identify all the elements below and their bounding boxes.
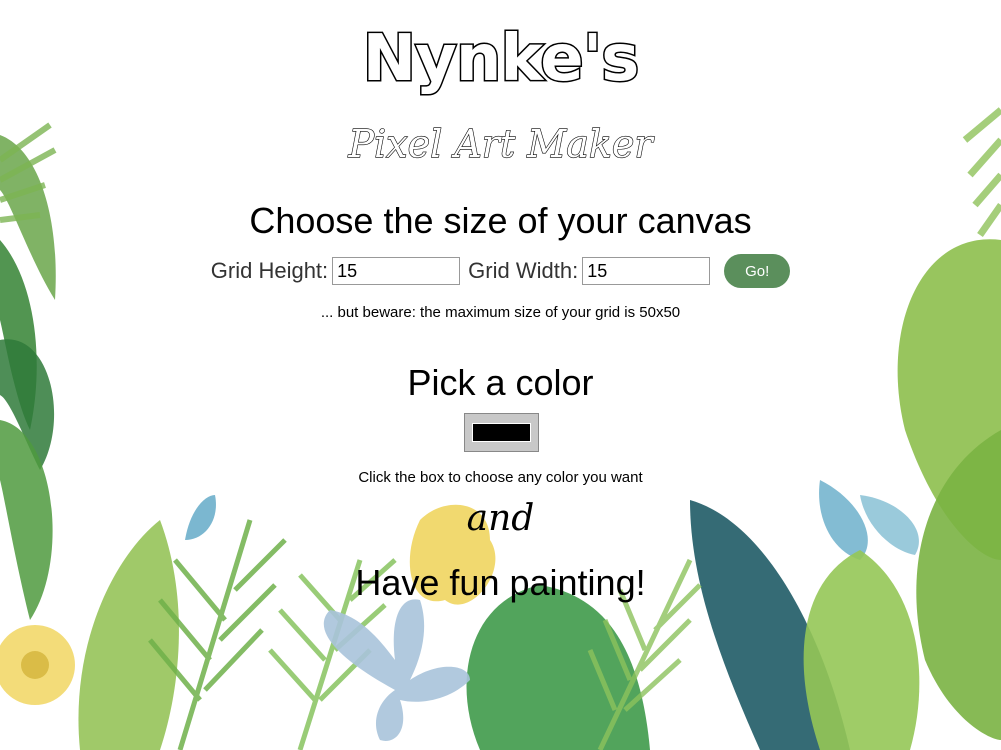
go-button[interactable]: Go! [724, 254, 791, 288]
page-subtitle: Pixel Art Maker [348, 121, 653, 166]
color-swatch [472, 423, 531, 442]
width-label: Grid Width: [468, 258, 579, 283]
have-fun-heading: Have fun painting! [355, 562, 646, 603]
page-title: Nynke's [361, 21, 641, 98]
color-heading: Pick a color [407, 362, 594, 403]
grid-width-input[interactable] [582, 257, 711, 285]
page-content: Nynke's Pixel Art Maker Choose the size … [0, 0, 1001, 750]
color-hint: Click the box to choose any color you wa… [358, 469, 643, 486]
max-size-note: ... but beware: the maximum size of your… [320, 304, 681, 321]
height-label: Grid Height: [210, 258, 329, 283]
size-heading: Choose the size of your canvas [249, 200, 752, 241]
color-picker[interactable] [464, 413, 539, 452]
and-text: and [466, 498, 535, 539]
size-picker-form: Grid Height: Grid Width: Go! [0, 254, 1001, 288]
grid-height-input[interactable] [332, 257, 461, 285]
